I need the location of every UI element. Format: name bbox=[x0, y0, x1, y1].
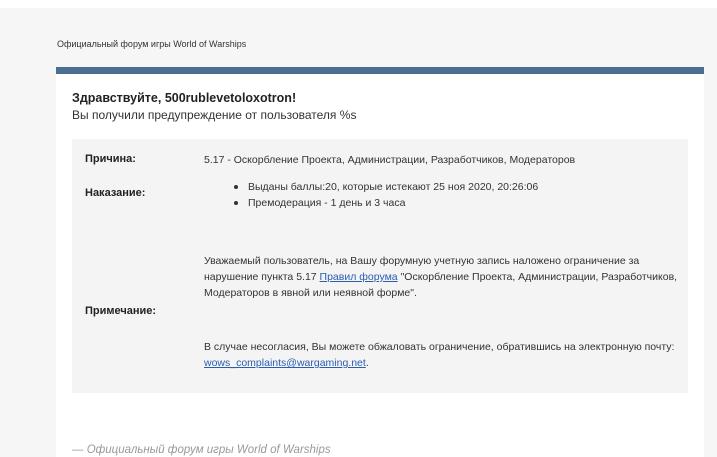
punishment-item-premoderation: Премодерация - 1 день и 3 часа bbox=[204, 195, 538, 211]
message-card: Здравствуйте, 500rublevetoloxotron! Вы п… bbox=[56, 67, 704, 457]
punishment-label: Наказание: bbox=[85, 187, 146, 199]
greeting-heading: Здравствуйте, 500rublevetoloxotron! bbox=[72, 91, 297, 105]
footer-signature: — Официальный форум игры World of Warshi… bbox=[72, 444, 331, 456]
accent-bar bbox=[56, 67, 704, 74]
forum-rules-link[interactable]: Правил форума bbox=[320, 271, 398, 283]
reason-value: 5.17 - Оскорбление Проекта, Администраци… bbox=[204, 154, 576, 166]
note-paragraph-appeal: В случае несогласия, Вы можете обжаловат… bbox=[204, 339, 678, 371]
punishment-item-points: Выданы баллы:20, которые истекают 25 ноя… bbox=[204, 179, 538, 195]
note-text: . bbox=[365, 357, 369, 369]
page-background: Официальный форум игры World of Warships… bbox=[0, 8, 717, 457]
note-text: В случае несогласия, Вы можете обжаловат… bbox=[204, 341, 675, 353]
site-title: Официальный форум игры World of Warships bbox=[57, 39, 247, 49]
reason-label: Причина: bbox=[85, 153, 136, 165]
note-paragraph-restriction: Уважаемый пользователь, на Вашу форумную… bbox=[204, 253, 678, 301]
note-label: Примечание: bbox=[85, 305, 157, 317]
warning-details-panel: Причина: 5.17 - Оскорбление Проекта, Адм… bbox=[72, 139, 688, 393]
warning-subtitle: Вы получили предупреждение от пользовате… bbox=[72, 108, 357, 122]
punishment-list: Выданы баллы:20, которые истекают 25 ноя… bbox=[204, 179, 538, 211]
complaints-email-link[interactable]: wows_complaints@wargaming.net bbox=[204, 357, 366, 369]
